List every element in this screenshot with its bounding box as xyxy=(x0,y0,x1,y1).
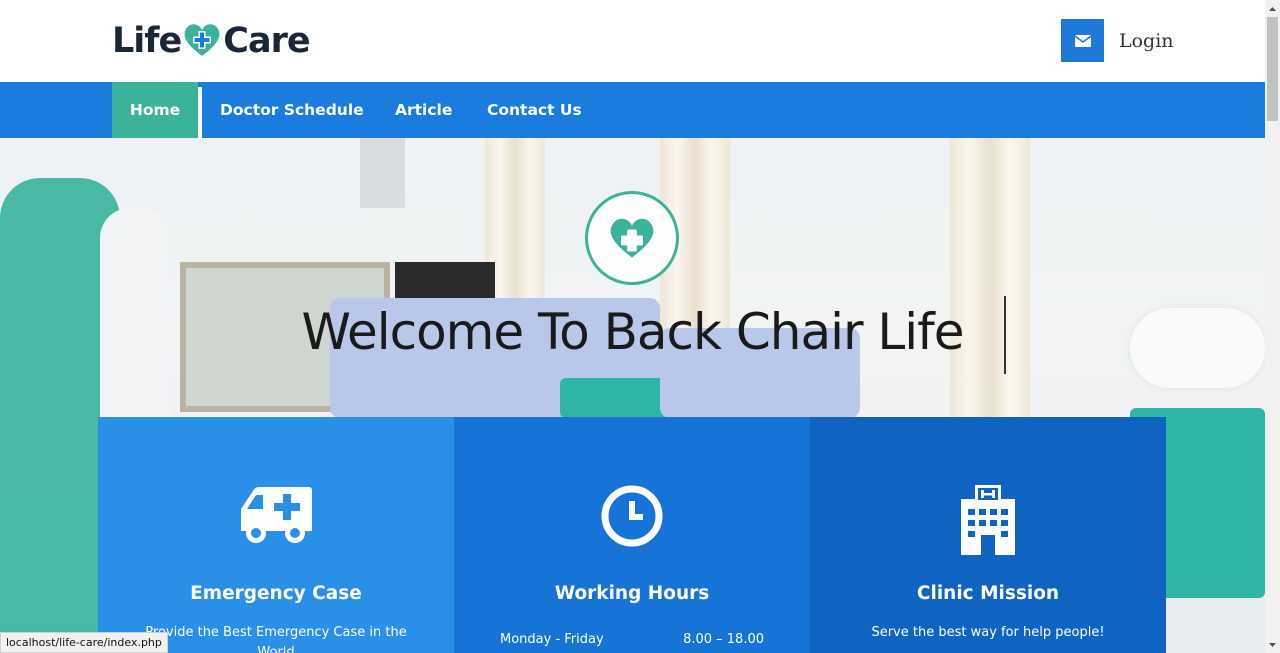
logo-text-care: Care xyxy=(223,21,310,61)
login-area: Login xyxy=(1061,19,1174,62)
clock-icon xyxy=(454,485,810,551)
scroll-down-arrow-icon[interactable] xyxy=(1265,636,1280,653)
site-logo[interactable]: Life Care xyxy=(112,20,311,62)
ambulance-icon xyxy=(98,485,454,551)
curtain-right xyxy=(950,138,1030,428)
hours-time: 8.00 – 18.00 xyxy=(683,632,764,647)
text-cursor xyxy=(1004,296,1006,374)
heart-plus-icon xyxy=(610,218,654,258)
card-working-hours: Working Hours Monday - Friday 8.00 – 18.… xyxy=(454,417,810,653)
card-text: Serve the best way for help people! xyxy=(871,625,1105,640)
nav-item-home[interactable]: Home xyxy=(112,82,202,142)
card-title: Emergency Case xyxy=(190,583,362,604)
nav-item-contact-us[interactable]: Contact Us xyxy=(487,82,582,138)
page-scrollbar[interactable] xyxy=(1265,0,1280,653)
scroll-up-arrow-icon[interactable] xyxy=(1265,0,1280,17)
hospital-icon xyxy=(810,485,1166,555)
login-link[interactable]: Login xyxy=(1119,30,1174,52)
card-emergency-case: Emergency Case Provide the Best Emergenc… xyxy=(98,417,454,653)
hours-row: Monday - Friday 8.00 – 18.00 xyxy=(500,632,764,647)
status-url-bar: localhost/life-care/index.php xyxy=(0,632,168,653)
card-text: Provide the Best Emergency Case in the W… xyxy=(145,625,407,653)
wall-panel xyxy=(360,138,405,208)
nav-item-doctor-schedule[interactable]: Doctor Schedule xyxy=(220,82,364,138)
heart-plus-icon xyxy=(184,24,220,56)
site-header: Life Care Login xyxy=(0,0,1265,82)
card-clinic-mission: Clinic Mission Serve the best way for he… xyxy=(810,417,1166,653)
card-title: Clinic Mission xyxy=(916,583,1060,604)
logo-text-life: Life xyxy=(112,21,182,61)
hours-day: Monday - Friday xyxy=(500,632,604,647)
hero-heart-icon xyxy=(585,191,679,285)
hero-title: Welcome To Back Chair Life xyxy=(301,303,964,361)
feature-cards: Emergency Case Provide the Best Emergenc… xyxy=(98,417,1166,653)
envelope-icon xyxy=(1074,34,1091,47)
main-nav: Home Doctor Schedule Article Contact Us xyxy=(0,82,1265,142)
nav-item-article[interactable]: Article xyxy=(395,82,452,138)
mail-button[interactable] xyxy=(1061,19,1104,62)
scroll-thumb[interactable] xyxy=(1267,17,1278,121)
card-title: Working Hours xyxy=(554,583,710,604)
